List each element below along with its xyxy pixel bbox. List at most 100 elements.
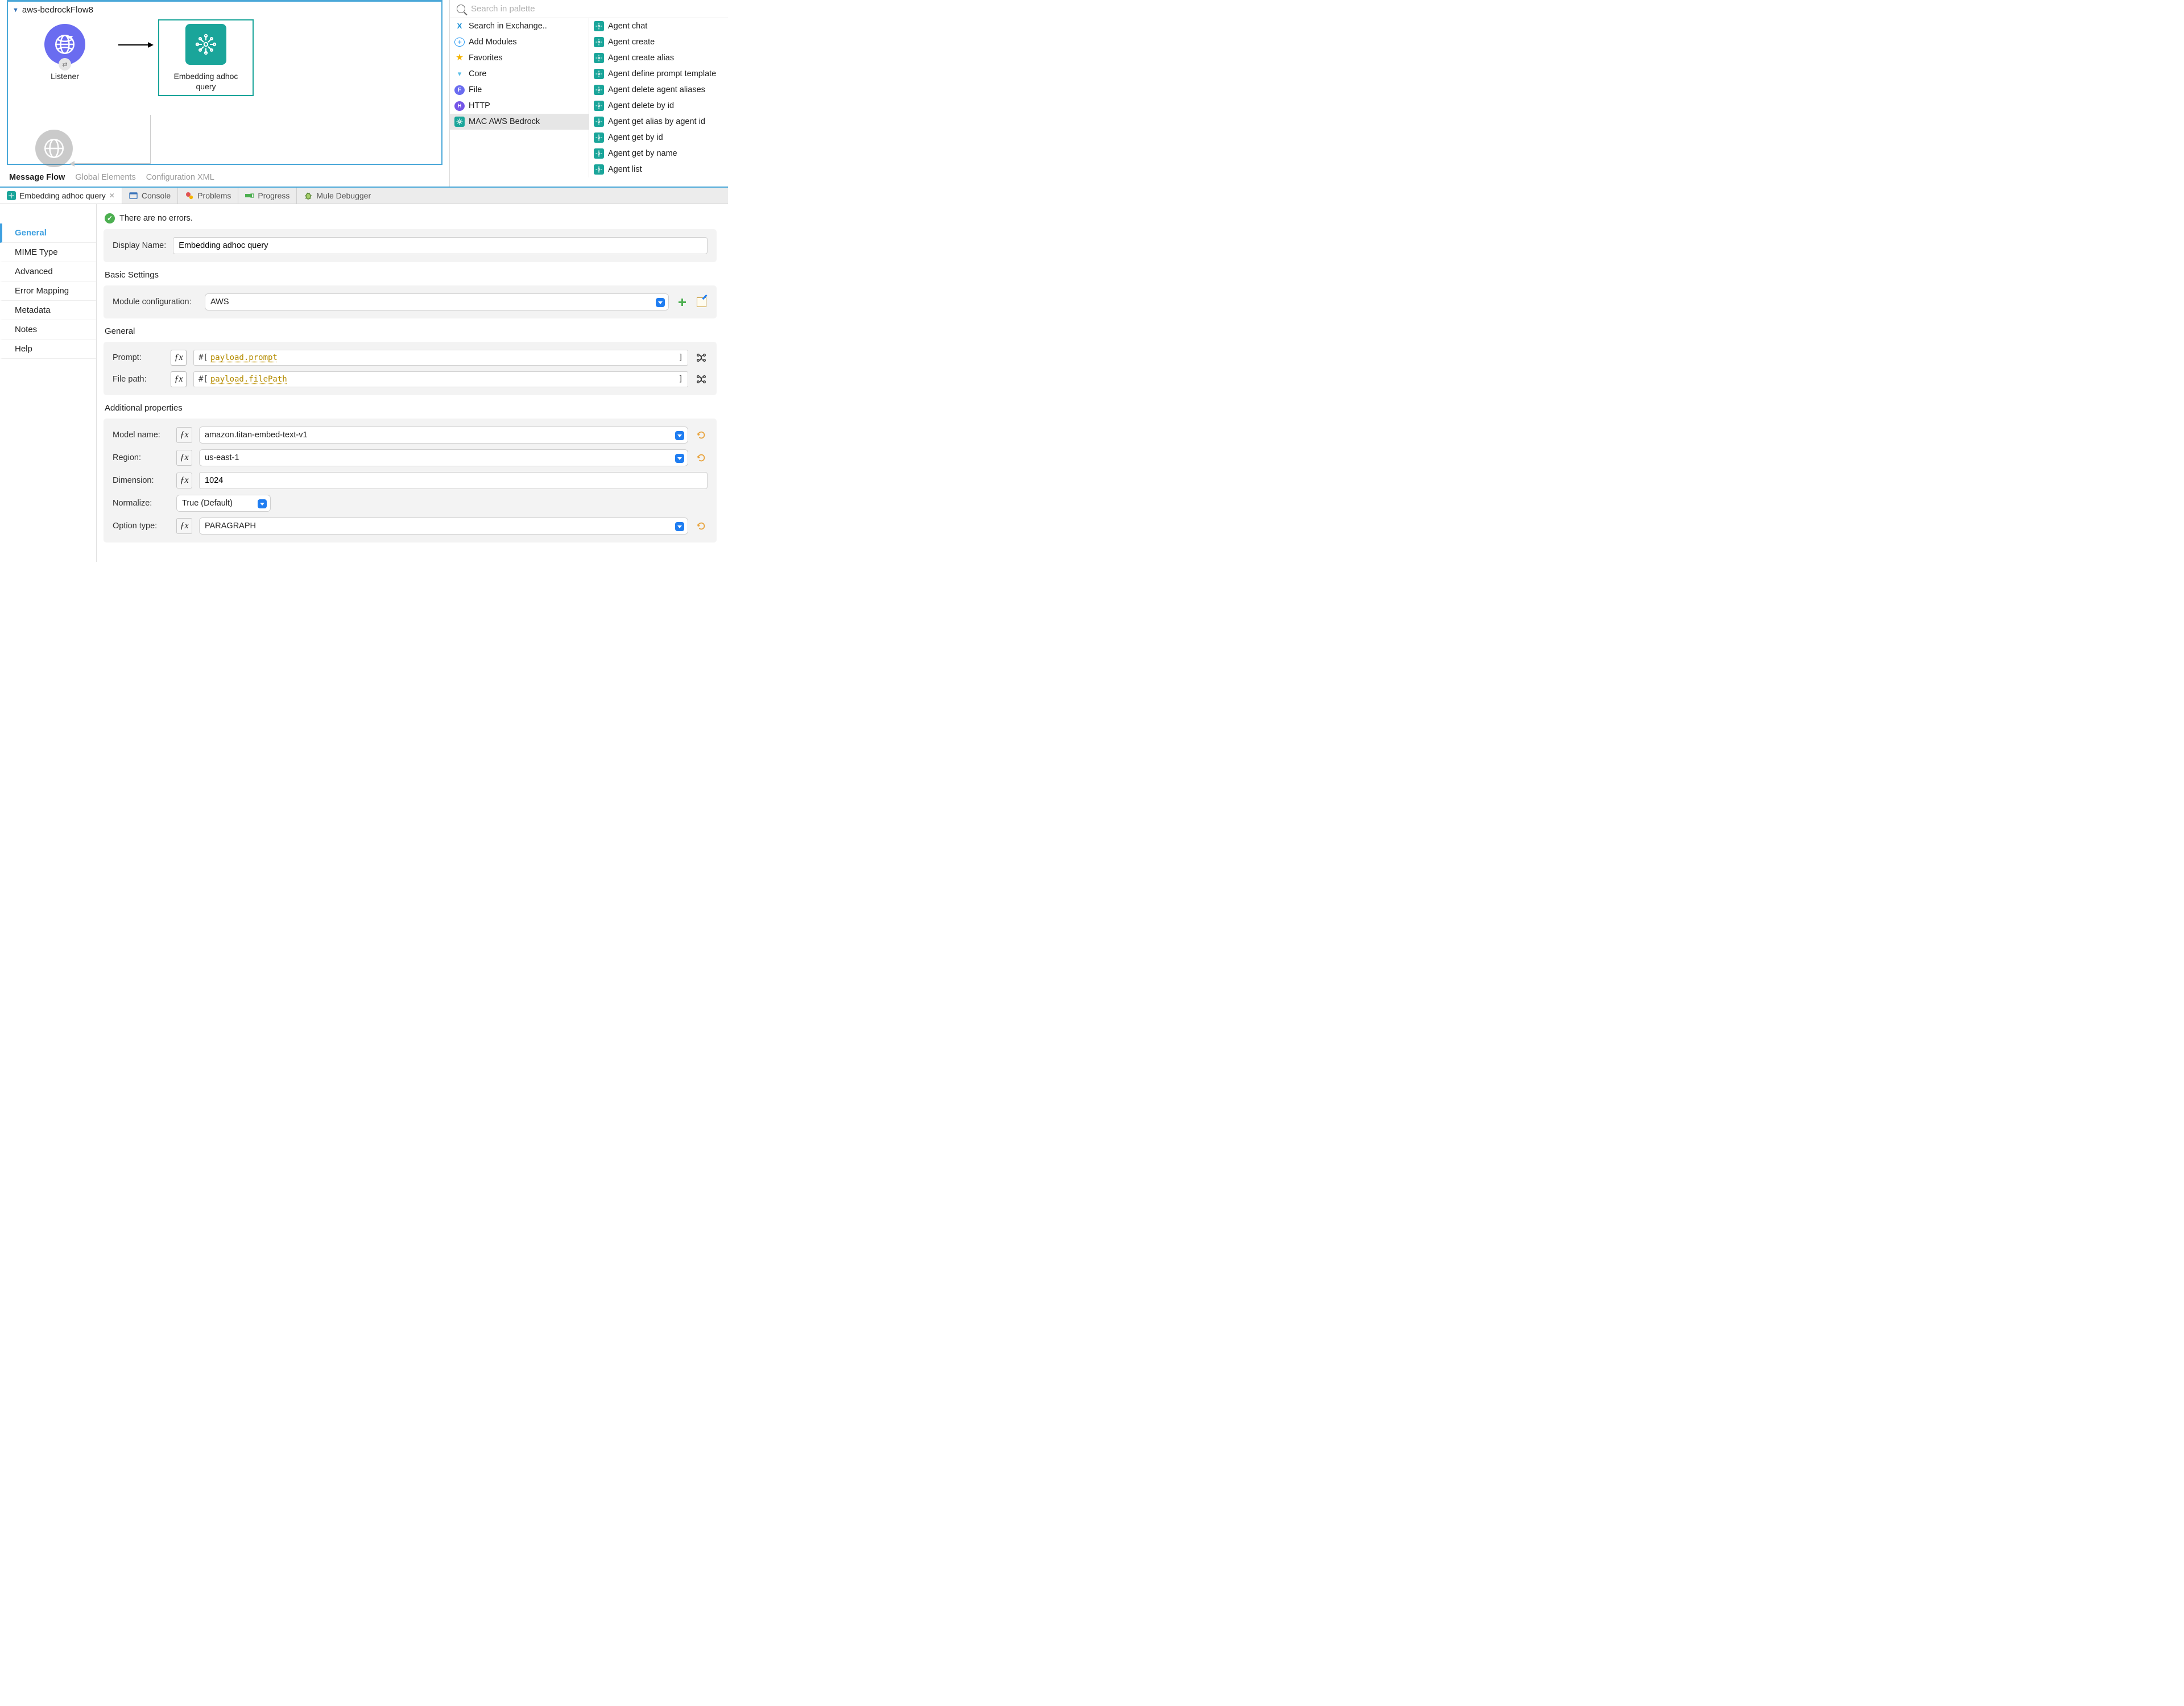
palette-operations: Agent chat Agent create Agent create ali… bbox=[589, 18, 728, 177]
listener-sub-icon: ⇄ bbox=[59, 58, 71, 71]
basic-settings-title: Basic Settings bbox=[105, 270, 717, 280]
palette-search[interactable] bbox=[450, 0, 728, 18]
side-tab-general[interactable]: General bbox=[0, 223, 96, 243]
side-tab-metadata[interactable]: Metadata bbox=[0, 301, 96, 320]
palette-op[interactable]: Agent get alias by agent id bbox=[589, 114, 728, 130]
side-tab-advanced[interactable]: Advanced bbox=[0, 262, 96, 281]
palette-cat-add-modules[interactable]: +Add Modules bbox=[450, 34, 589, 50]
flow-canvas[interactable]: ▼ aws-bedrockFlow8 bbox=[7, 0, 442, 165]
map-button[interactable] bbox=[695, 351, 708, 364]
tab-problems[interactable]: Problems bbox=[178, 188, 238, 204]
problems-icon bbox=[185, 191, 194, 200]
tab-mule-debugger[interactable]: Mule Debugger bbox=[297, 188, 378, 204]
tab-console[interactable]: Console bbox=[122, 188, 178, 204]
file-icon: F bbox=[454, 85, 465, 95]
fx-toggle[interactable]: ƒx bbox=[171, 371, 187, 387]
flow-arrow-icon bbox=[118, 44, 152, 45]
dimension-input[interactable] bbox=[199, 472, 708, 489]
properties-side-tabs: General MIME Type Advanced Error Mapping… bbox=[0, 204, 97, 562]
side-tab-notes[interactable]: Notes bbox=[0, 320, 96, 339]
filepath-label: File path: bbox=[113, 375, 164, 384]
module-config-select[interactable]: AWS bbox=[205, 293, 669, 310]
bedrock-icon bbox=[594, 101, 604, 111]
close-icon[interactable]: ✕ bbox=[109, 192, 115, 200]
exchange-icon: X bbox=[454, 21, 465, 31]
palette-cat-mac-aws-bedrock[interactable]: MAC AWS Bedrock bbox=[450, 114, 589, 130]
palette-cat-core[interactable]: ▾Core bbox=[450, 66, 589, 82]
tab-configuration-xml[interactable]: Configuration XML bbox=[146, 173, 214, 182]
side-tab-error-mapping[interactable]: Error Mapping bbox=[0, 281, 96, 301]
chevron-down-icon bbox=[656, 298, 665, 307]
bedrock-icon bbox=[594, 53, 604, 63]
fx-toggle[interactable]: ƒx bbox=[176, 473, 192, 488]
bedrock-icon bbox=[594, 132, 604, 143]
normalize-select[interactable]: True (Default) bbox=[176, 495, 271, 512]
palette-op[interactable]: Agent delete agent aliases bbox=[589, 82, 728, 98]
palette-op[interactable]: Agent chat bbox=[589, 18, 728, 34]
palette-op[interactable]: Agent list bbox=[589, 162, 728, 177]
palette-op[interactable]: Agent create bbox=[589, 34, 728, 50]
chevron-down-icon bbox=[675, 431, 684, 440]
filepath-input[interactable]: #[ payload.filePath ] bbox=[193, 371, 688, 387]
model-name-select[interactable]: amazon.titan-embed-text-v1 bbox=[199, 426, 688, 444]
edit-icon bbox=[697, 297, 706, 307]
fx-toggle[interactable]: ƒx bbox=[171, 350, 187, 366]
return-line-v bbox=[150, 115, 151, 164]
refresh-button[interactable] bbox=[695, 520, 708, 532]
tab-progress[interactable]: Progress bbox=[238, 188, 297, 204]
node-listener[interactable]: ⇄ Listener bbox=[25, 24, 105, 82]
palette-cat-exchange[interactable]: XSearch in Exchange.. bbox=[450, 18, 589, 34]
canvas-tabs: Message Flow Global Elements Configurati… bbox=[7, 165, 442, 187]
palette-op[interactable]: Agent get by name bbox=[589, 146, 728, 162]
dimension-label: Dimension: bbox=[113, 476, 169, 485]
palette-op[interactable]: Agent create alias bbox=[589, 50, 728, 66]
palette-op[interactable]: Agent define prompt template bbox=[589, 66, 728, 82]
bedrock-icon bbox=[594, 37, 604, 47]
plus-icon bbox=[677, 297, 687, 307]
tab-embedding-props[interactable]: Embedding adhoc query ✕ bbox=[0, 188, 122, 204]
prompt-input[interactable]: #[ payload.prompt ] bbox=[193, 350, 688, 366]
region-label: Region: bbox=[113, 453, 169, 462]
edit-config-button[interactable] bbox=[695, 296, 708, 308]
fx-toggle[interactable]: ƒx bbox=[176, 518, 192, 534]
palette-op[interactable]: Agent delete by id bbox=[589, 98, 728, 114]
palette-cat-file[interactable]: FFile bbox=[450, 82, 589, 98]
side-tab-help[interactable]: Help bbox=[0, 339, 96, 359]
listener-icon: ⇄ bbox=[44, 24, 85, 65]
palette-cat-favorites[interactable]: ★Favorites bbox=[450, 50, 589, 66]
palette-cat-http[interactable]: HHTTP bbox=[450, 98, 589, 114]
side-tab-mime-type[interactable]: MIME Type bbox=[0, 243, 96, 262]
palette-op[interactable]: Agent get by id bbox=[589, 130, 728, 146]
progress-icon bbox=[245, 191, 254, 200]
module-config-label: Module configuration: bbox=[113, 297, 198, 307]
flow-title-bar[interactable]: ▼ aws-bedrockFlow8 bbox=[8, 2, 441, 18]
tab-message-flow[interactable]: Message Flow bbox=[9, 173, 65, 182]
bedrock-icon bbox=[594, 117, 604, 127]
plus-circle-icon: + bbox=[454, 38, 465, 47]
fx-toggle[interactable]: ƒx bbox=[176, 427, 192, 443]
search-icon bbox=[457, 5, 465, 13]
display-name-label: Display Name: bbox=[113, 241, 166, 250]
collapse-triangle-icon[interactable]: ▼ bbox=[13, 7, 19, 14]
status-text: There are no errors. bbox=[119, 214, 193, 223]
map-button[interactable] bbox=[695, 373, 708, 386]
model-name-label: Model name: bbox=[113, 430, 169, 440]
region-select[interactable]: us-east-1 bbox=[199, 449, 688, 466]
bedrock-icon bbox=[7, 191, 16, 200]
chevron-down-icon bbox=[675, 522, 684, 531]
refresh-button[interactable] bbox=[695, 452, 708, 464]
selection-outline bbox=[158, 19, 254, 96]
add-config-button[interactable] bbox=[676, 296, 688, 308]
additional-props-title: Additional properties bbox=[105, 403, 717, 413]
chevron-down-icon bbox=[675, 454, 684, 463]
node-embedding-adhoc-query[interactable]: Embedding adhoc query bbox=[166, 24, 246, 92]
display-name-input[interactable] bbox=[173, 237, 708, 254]
palette-search-input[interactable] bbox=[470, 3, 721, 14]
tab-global-elements[interactable]: Global Elements bbox=[75, 173, 135, 182]
option-type-select[interactable]: PARAGRAPH bbox=[199, 517, 688, 535]
normalize-label: Normalize: bbox=[113, 499, 169, 508]
fx-toggle[interactable]: ƒx bbox=[176, 450, 192, 466]
refresh-button[interactable] bbox=[695, 429, 708, 441]
general-section-title: General bbox=[105, 326, 717, 336]
core-icon: ▾ bbox=[454, 69, 465, 79]
